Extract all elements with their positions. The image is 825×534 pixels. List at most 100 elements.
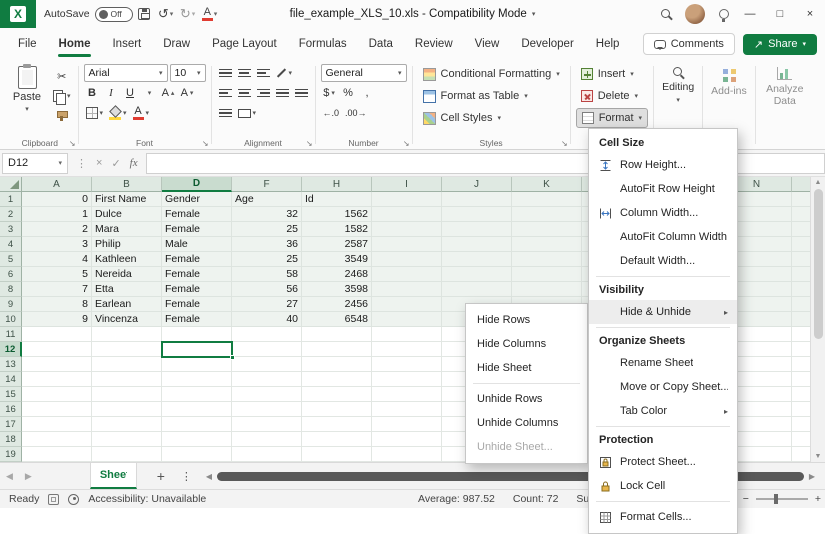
cell-o19[interactable] [792,447,810,462]
fill-color-button[interactable]: ▾ [107,104,129,122]
user-avatar[interactable] [685,4,705,24]
cell-b12[interactable] [92,342,162,357]
menu-item-hide-unhide[interactable]: Hide & Unhide▸ [589,300,737,324]
cell-b13[interactable] [92,357,162,372]
autosave-toggle[interactable]: AutoSave Off [44,7,133,22]
cell-j8[interactable] [442,282,512,297]
cell-a18[interactable] [22,432,92,447]
cell-b1[interactable]: First Name [92,192,162,207]
format-as-table-button[interactable]: Format as Table▾ [418,86,565,106]
menu-item-rename-sheet[interactable]: Rename Sheet [589,351,737,375]
insert-cells-button[interactable]: Insert▾ [576,64,648,84]
cell-b8[interactable]: Etta [92,282,162,297]
undo-button[interactable]: ↺▾ [155,2,177,26]
cell-i15[interactable] [372,387,442,402]
cell-h5[interactable]: 3549 [302,252,372,267]
alignment-dialog-launcher[interactable]: ↘ [306,139,313,148]
cell-k1[interactable] [512,192,582,207]
cell-a13[interactable] [22,357,92,372]
increase-font-button[interactable]: A▴ [160,84,177,102]
cell-a5[interactable]: 4 [22,252,92,267]
cell-f8[interactable]: 56 [232,282,302,297]
cell-f11[interactable] [232,327,302,342]
font-name-combo[interactable]: Arial▾ [84,64,168,82]
cell-i6[interactable] [372,267,442,282]
cell-a17[interactable] [22,417,92,432]
row-header-1[interactable]: 1 [0,192,22,207]
cell-o1[interactable] [792,192,810,207]
italic-button[interactable]: I [103,84,120,102]
number-dialog-launcher[interactable]: ↘ [403,139,410,148]
cell-a3[interactable]: 2 [22,222,92,237]
cell-d15[interactable] [162,387,232,402]
tab-data[interactable]: Data [359,31,403,58]
cell-i3[interactable] [372,222,442,237]
conditional-formatting-button[interactable]: Conditional Formatting▾ [418,64,565,84]
cell-a8[interactable]: 7 [22,282,92,297]
cell-h17[interactable] [302,417,372,432]
cancel-entry-icon[interactable]: × [96,157,102,169]
row-header-10[interactable]: 10 [0,312,22,327]
cell-i5[interactable] [372,252,442,267]
cell-i2[interactable] [372,207,442,222]
cell-f3[interactable]: 25 [232,222,302,237]
row-header-16[interactable]: 16 [0,402,22,417]
tab-file[interactable]: File [8,31,47,58]
cell-j6[interactable] [442,267,512,282]
font-size-combo[interactable]: 10▾ [170,64,206,82]
cell-b5[interactable]: Kathleen [92,252,162,267]
scroll-right-icon[interactable]: ▶ [809,472,815,481]
macro-record-icon[interactable] [48,494,59,505]
cell-a1[interactable]: 0 [22,192,92,207]
vertical-scrollbar[interactable]: ▲ ▼ [810,177,825,462]
cell-h14[interactable] [302,372,372,387]
save-button[interactable] [133,2,155,26]
menu-item-column-width[interactable]: Column Width... [589,201,737,225]
underline-button[interactable]: U [122,84,139,102]
cell-a16[interactable] [22,402,92,417]
cell-h16[interactable] [302,402,372,417]
autosave-switch[interactable]: Off [95,7,133,22]
cell-k8[interactable] [512,282,582,297]
cell-d2[interactable]: Female [162,207,232,222]
align-middle-button[interactable] [236,64,253,82]
cell-i1[interactable] [372,192,442,207]
font-color-button[interactable]: A▾ [131,104,152,122]
cell-h2[interactable]: 1562 [302,207,372,222]
cut-button[interactable]: ✂ [51,67,73,85]
cell-a19[interactable] [22,447,92,462]
cell-f5[interactable]: 25 [232,252,302,267]
analyze-data-button[interactable]: Analyze Data [756,61,814,149]
cell-k6[interactable] [512,267,582,282]
cell-a11[interactable] [22,327,92,342]
cell-o3[interactable] [792,222,810,237]
column-header-h[interactable]: H [302,177,372,192]
cell-i14[interactable] [372,372,442,387]
tab-page-layout[interactable]: Page Layout [202,31,287,58]
menu-item-autofit-column-width[interactable]: AutoFit Column Width [589,225,737,249]
row-header-14[interactable]: 14 [0,372,22,387]
cell-o12[interactable] [792,342,810,357]
font-dialog-launcher[interactable]: ↘ [202,139,209,148]
cell-j2[interactable] [442,207,512,222]
row-header-15[interactable]: 15 [0,387,22,402]
cell-i19[interactable] [372,447,442,462]
cell-h1[interactable]: Id [302,192,372,207]
align-top-button[interactable] [217,64,234,82]
vertical-scroll-thumb[interactable] [814,189,823,339]
column-header-f[interactable]: F [232,177,302,192]
cell-o13[interactable] [792,357,810,372]
cell-i9[interactable] [372,297,442,312]
delete-cells-button[interactable]: Delete▾ [576,86,648,106]
cell-h3[interactable]: 1582 [302,222,372,237]
cell-b9[interactable]: Earlean [92,297,162,312]
close-button[interactable]: × [795,0,825,28]
redo-button[interactable]: ↻▾ [177,2,199,26]
cell-d9[interactable]: Female [162,297,232,312]
cell-h13[interactable] [302,357,372,372]
cell-i12[interactable] [372,342,442,357]
column-header-b[interactable]: B [92,177,162,192]
row-header-11[interactable]: 11 [0,327,22,342]
search-button[interactable] [655,2,677,26]
cell-h6[interactable]: 2468 [302,267,372,282]
